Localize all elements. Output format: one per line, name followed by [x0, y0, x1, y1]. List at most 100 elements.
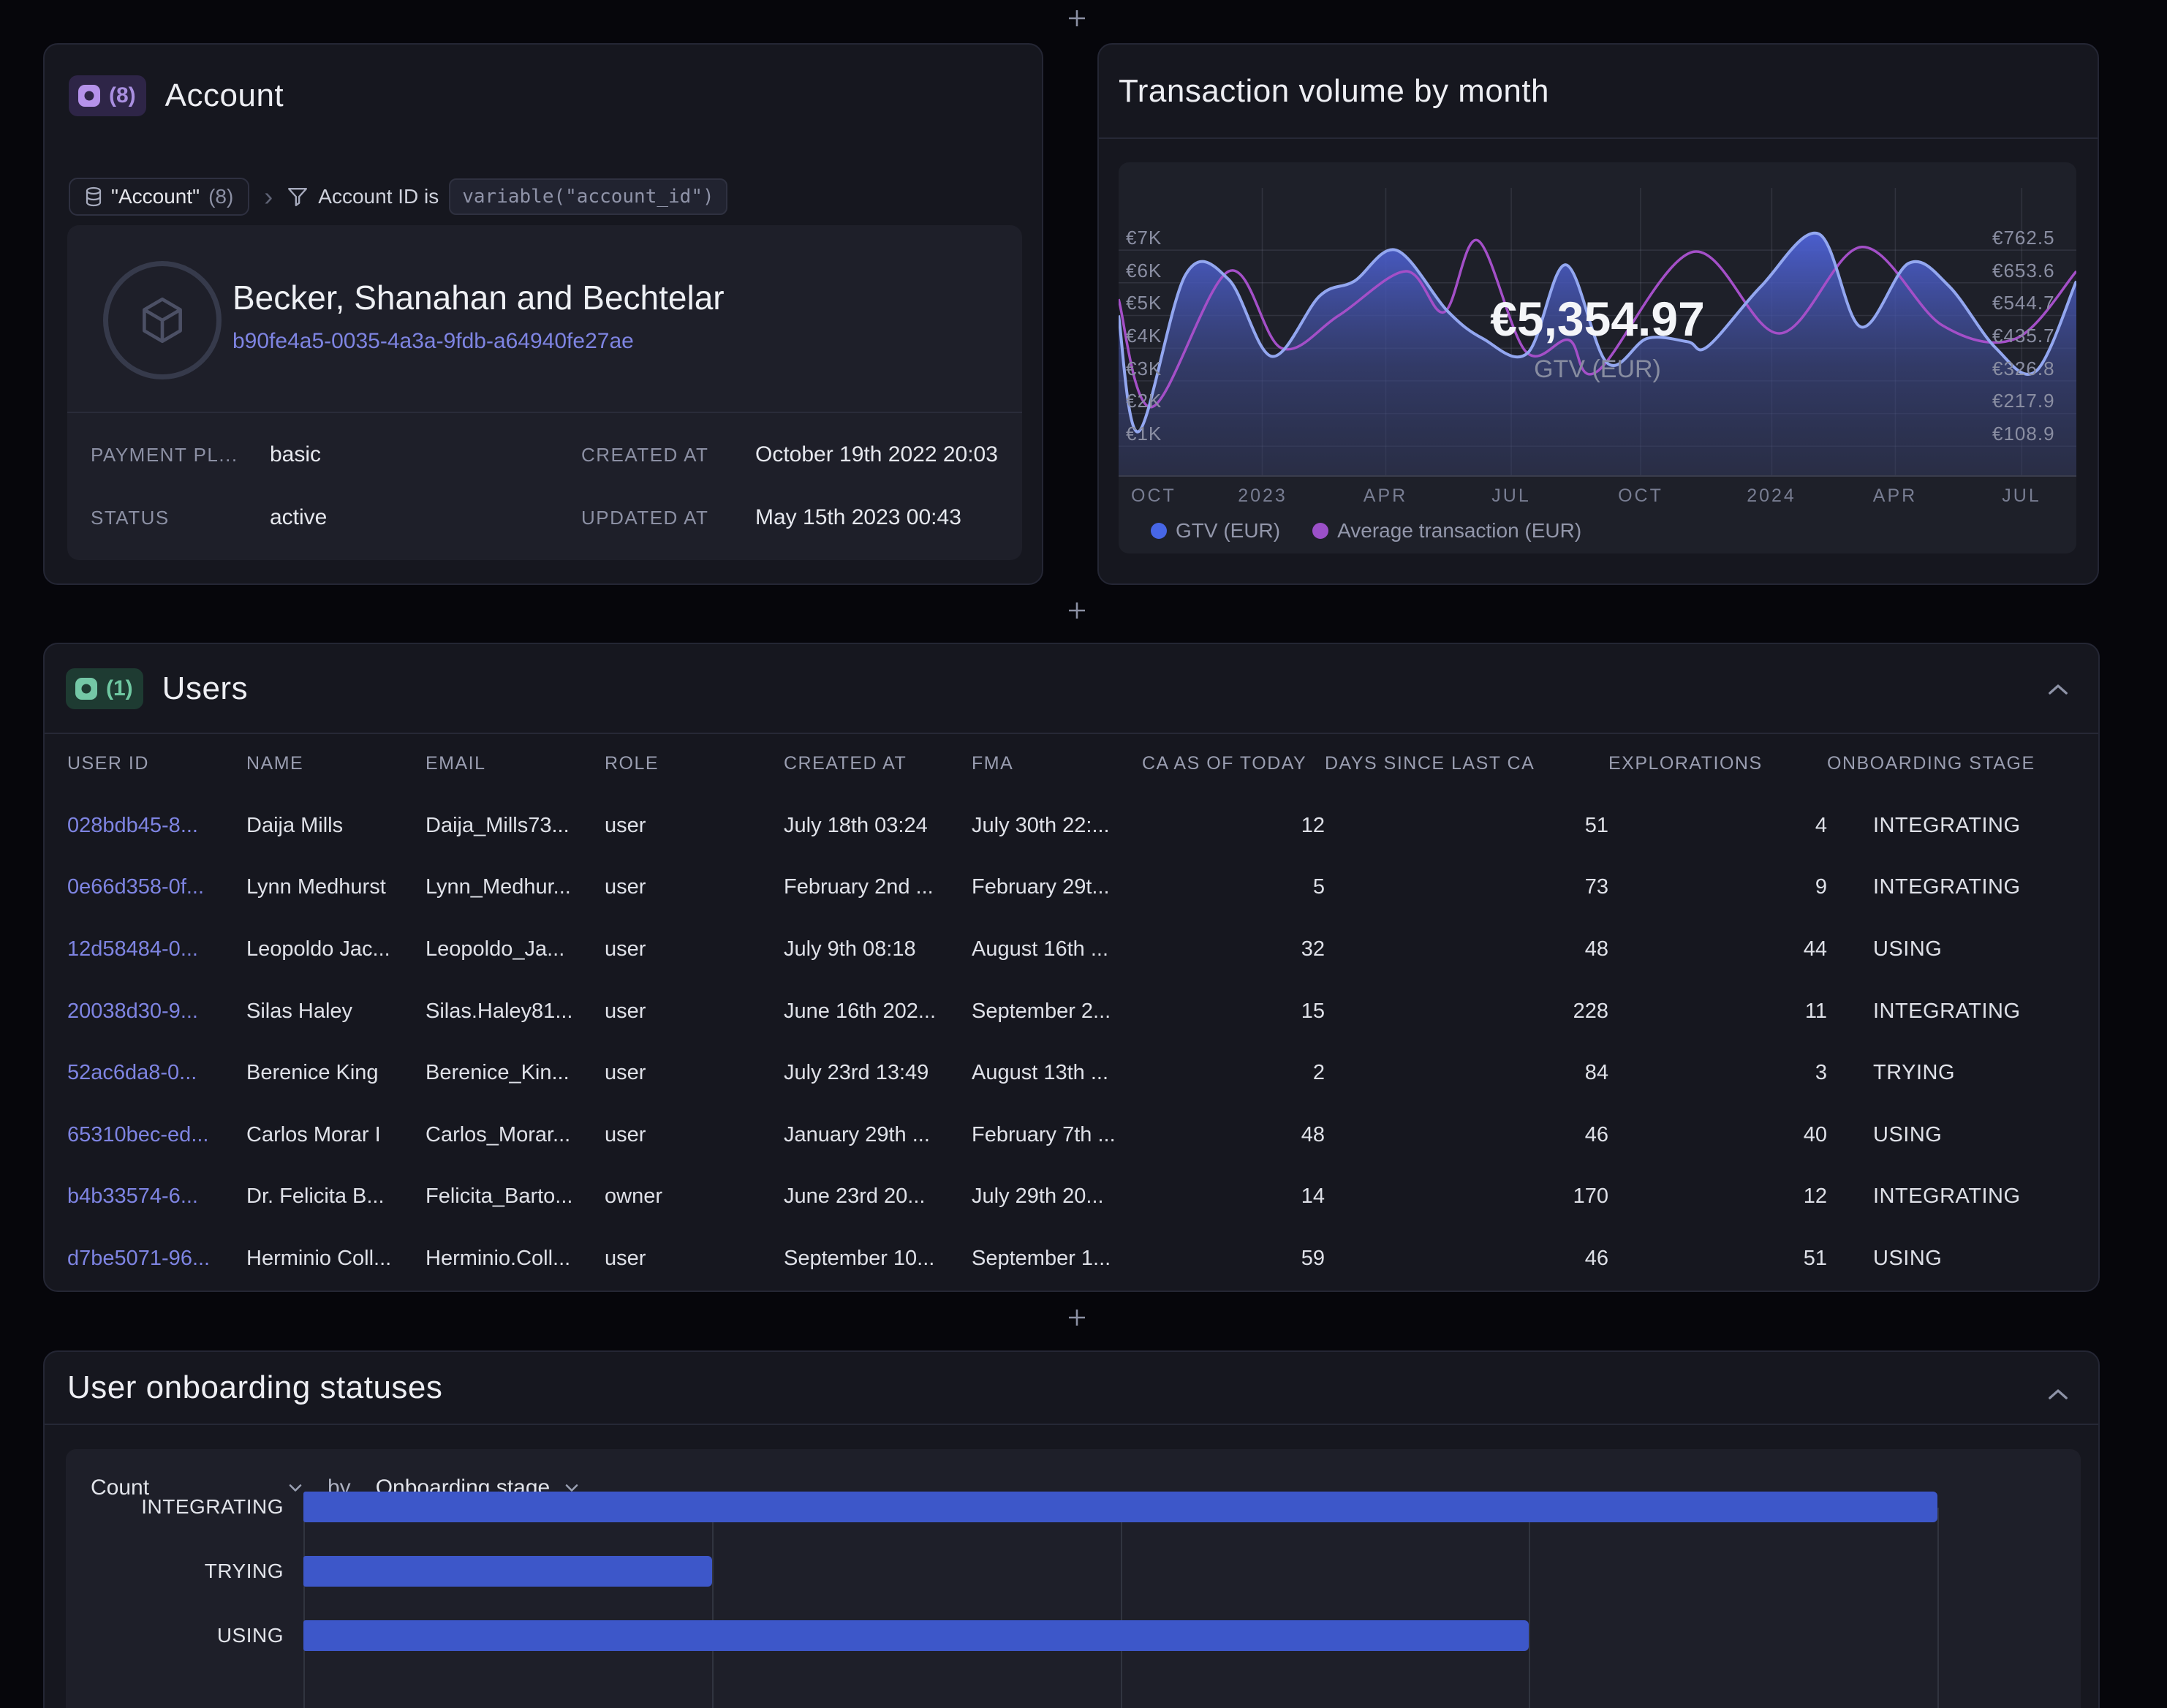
- cell-fma: August 16th ...: [972, 937, 1142, 961]
- cell-user-id-link[interactable]: 52ac6da8-0...: [67, 1061, 246, 1085]
- cell-role: user: [605, 1000, 784, 1024]
- cell-user-id-link[interactable]: 65310bec-ed...: [67, 1123, 246, 1147]
- cell-email: Felicita_Barto...: [426, 1184, 605, 1209]
- x-tick-label: JUL: [2002, 485, 2041, 507]
- chevron-right-icon: ›: [262, 184, 274, 210]
- cell-user-id-link[interactable]: 028bdb45-8...: [67, 814, 246, 838]
- table-row[interactable]: b4b33574-6... Dr. Felicita B... Felicita…: [45, 1166, 2098, 1228]
- cell-role: user: [605, 875, 784, 899]
- cell-days-since-last-ca: 170: [1325, 1184, 1608, 1209]
- cell-user-id-link[interactable]: 20038d30-9...: [67, 1000, 246, 1024]
- cell-created-at: September 10...: [784, 1247, 972, 1271]
- bar-row: TRYING: [66, 1539, 2081, 1603]
- plus-icon: [1066, 1307, 1088, 1329]
- field-value: basic: [270, 442, 581, 467]
- cell-days-since-last-ca: 46: [1325, 1247, 1608, 1271]
- column-header: EMAIL: [426, 753, 605, 774]
- cell-onboarding-stage: INTEGRATING: [1827, 1184, 2076, 1209]
- cell-ca-as-of-today: 12: [1142, 814, 1325, 838]
- breadcrumb-table-pill[interactable]: "Account" (8): [69, 178, 249, 216]
- cell-user-id-link[interactable]: b4b33574-6...: [67, 1184, 246, 1209]
- field-label: STATUS: [91, 507, 270, 529]
- cell-role: user: [605, 1061, 784, 1085]
- x-axis-ticks: OCT2023APRJULOCT2024APRJUL: [1119, 485, 2076, 515]
- legend-item[interactable]: Average transaction (EUR): [1312, 519, 1581, 543]
- cell-role: user: [605, 937, 784, 961]
- onboarding-collapse-button[interactable]: [2041, 1377, 2076, 1412]
- onboarding-card-title: User onboarding statuses: [67, 1369, 442, 1406]
- users-collapse-button[interactable]: [2041, 672, 2076, 707]
- column-header: NAME: [246, 753, 426, 774]
- cell-fma: August 13th ...: [972, 1061, 1142, 1085]
- account-table-badge: (8): [69, 75, 146, 116]
- record-id-link[interactable]: b90fe4a5-0035-4a3a-9fdb-a64940fe27ae: [232, 329, 634, 354]
- add-block-button-middle[interactable]: [1059, 593, 1094, 628]
- cell-user-id-link[interactable]: d7be5071-96...: [67, 1247, 246, 1271]
- legend-label: Average transaction (EUR): [1337, 519, 1581, 543]
- cell-explorations: 44: [1608, 937, 1827, 961]
- cell-ca-as-of-today: 59: [1142, 1247, 1325, 1271]
- x-tick-label: OCT: [1618, 485, 1663, 507]
- card-header-divider: [1099, 137, 2098, 139]
- legend-item[interactable]: GTV (EUR): [1151, 519, 1280, 543]
- column-header: CA AS OF TODAY: [1142, 753, 1325, 774]
- cell-ca-as-of-today: 14: [1142, 1184, 1325, 1209]
- cell-onboarding-stage: INTEGRATING: [1827, 875, 2076, 899]
- field-value: May 15th 2023 00:43: [755, 505, 999, 530]
- column-header: ONBOARDING STAGE: [1827, 753, 2076, 774]
- chevron-up-icon: [2047, 1388, 2069, 1401]
- cell-created-at: January 29th ...: [784, 1123, 972, 1147]
- table-row[interactable]: 20038d30-9... Silas Haley Silas.Haley81.…: [45, 980, 2098, 1043]
- cell-created-at: February 2nd ...: [784, 875, 972, 899]
- bar-chart-rows: INTEGRATINGTRYING USING: [66, 1475, 2081, 1668]
- table-row[interactable]: 0e66d358-0f... Lynn Medhurst Lynn_Medhur…: [45, 857, 2098, 919]
- cell-user-id-link[interactable]: 0e66d358-0f...: [67, 875, 246, 899]
- column-header: ROLE: [605, 753, 784, 774]
- field-label: PAYMENT PL...: [91, 444, 270, 466]
- account-record-count: (8): [109, 83, 136, 108]
- record-icon: [77, 83, 102, 108]
- bar: [303, 1620, 1529, 1651]
- column-header: FMA: [972, 753, 1142, 774]
- table-row[interactable]: 12d58484-0... Leopoldo Jac... Leopoldo_J…: [45, 918, 2098, 980]
- panel-divider: [67, 412, 1022, 413]
- record-icon: [74, 676, 99, 701]
- breadcrumb-table-name: "Account": [111, 185, 200, 208]
- table-row[interactable]: 65310bec-ed... Carlos Morar I Carlos_Mor…: [45, 1104, 2098, 1166]
- cell-onboarding-stage: INTEGRATING: [1827, 1000, 2076, 1024]
- bar: [303, 1556, 712, 1587]
- cell-fma: September 2...: [972, 1000, 1142, 1024]
- plus-icon: [1066, 7, 1088, 29]
- cell-user-id-link[interactable]: 12d58484-0...: [67, 937, 246, 961]
- cell-explorations: 12: [1608, 1184, 1827, 1209]
- cell-role: owner: [605, 1184, 784, 1209]
- cell-days-since-last-ca: 73: [1325, 875, 1608, 899]
- bar-chart-panel: Count by Onboarding stage INTEGRATINGTRY…: [66, 1449, 2081, 1708]
- table-row[interactable]: d7be5071-96... Herminio Coll... Herminio…: [45, 1228, 2098, 1290]
- breadcrumb: "Account" (8) › Account ID is variable("…: [69, 178, 727, 216]
- table-row[interactable]: 028bdb45-8... Daija Mills Daija_Mills73.…: [45, 795, 2098, 857]
- chart-card-title: Transaction volume by month: [1119, 73, 1549, 110]
- filter-funnel-icon: [287, 186, 308, 207]
- add-block-button-top[interactable]: [1059, 1, 1094, 36]
- cell-onboarding-stage: USING: [1827, 937, 2076, 961]
- cell-days-since-last-ca: 48: [1325, 937, 1608, 961]
- cell-email: Berenice_Kin...: [426, 1061, 605, 1085]
- bar-row: INTEGRATING: [66, 1475, 2081, 1539]
- users-card-title: Users: [162, 670, 248, 707]
- field-value: October 19th 2022 20:03: [755, 442, 999, 467]
- cell-name: Berenice King: [246, 1061, 426, 1085]
- avatar: [103, 261, 222, 379]
- bar-category-label: USING: [66, 1624, 284, 1647]
- cell-ca-as-of-today: 32: [1142, 937, 1325, 961]
- filter-variable-chip[interactable]: variable("account_id"): [449, 178, 727, 215]
- field-label: CREATED AT: [581, 444, 755, 466]
- cell-explorations: 40: [1608, 1123, 1827, 1147]
- cell-email: Leopoldo_Ja...: [426, 937, 605, 961]
- breadcrumb-table-count: (8): [208, 185, 233, 208]
- cell-onboarding-stage: INTEGRATING: [1827, 814, 2076, 838]
- cell-fma: September 1...: [972, 1247, 1142, 1271]
- add-block-button-bottom[interactable]: [1059, 1300, 1094, 1335]
- cell-created-at: June 16th 202...: [784, 1000, 972, 1024]
- table-row[interactable]: 52ac6da8-0... Berenice King Berenice_Kin…: [45, 1042, 2098, 1104]
